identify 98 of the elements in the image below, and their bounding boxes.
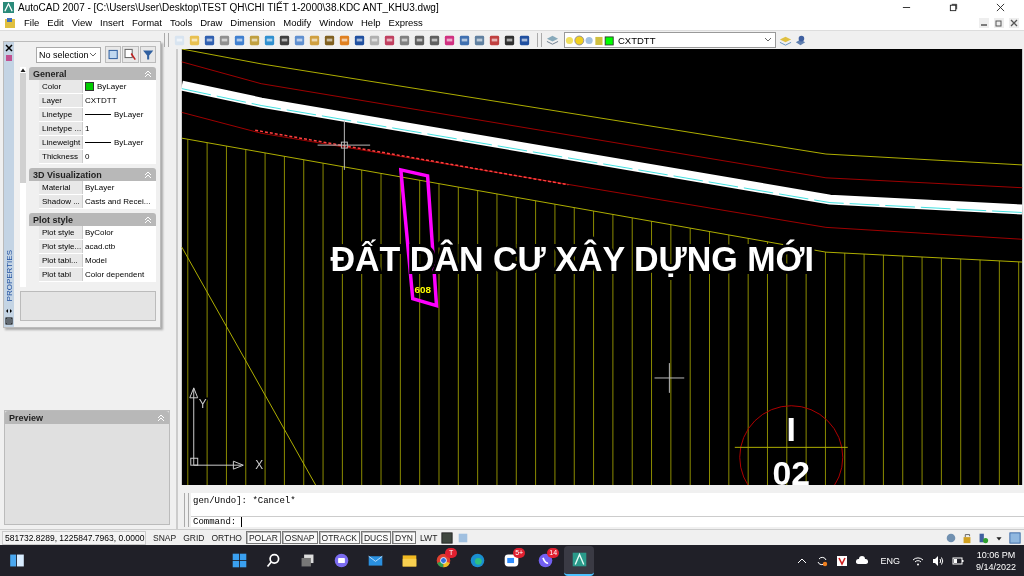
collapse-icon	[144, 69, 152, 78]
ucs-icon	[189, 387, 244, 470]
sync-icon[interactable]	[816, 554, 829, 567]
menu-item[interactable]: Insert	[96, 17, 128, 28]
language-indicator[interactable]: ENG	[880, 555, 900, 566]
drawing-canvas[interactable]	[181, 49, 1023, 485]
section-header[interactable]: Plot style	[29, 213, 156, 226]
cross-marker	[654, 362, 685, 394]
close-icon[interactable]	[5, 44, 13, 52]
widgets-icon[interactable]	[8, 552, 26, 569]
property-label: Lineweight	[41, 137, 82, 149]
folder-icon	[400, 552, 418, 569]
status-toggle[interactable]: OTRACK	[318, 531, 360, 544]
command-line[interactable]: Command:	[191, 517, 1024, 527]
layer-dropdown[interactable]: CXTDTT	[564, 32, 776, 48]
line-sample	[85, 114, 111, 115]
app-icon	[570, 551, 588, 568]
collapse-icon	[144, 170, 152, 179]
lot-number: 608	[414, 283, 431, 295]
property-label: Plot style...	[41, 241, 82, 253]
volume-icon[interactable]	[931, 554, 944, 567]
app-icon	[332, 552, 350, 569]
auto-hide-icon[interactable]	[5, 307, 13, 315]
layers-icon[interactable]	[546, 33, 559, 47]
property-value[interactable]: acad.ctb	[82, 240, 156, 253]
coordinates-display: 581732.8289, 1225847.7963, 0.0000	[2, 530, 146, 545]
section-header[interactable]: General	[29, 67, 156, 80]
property-value[interactable]: ByLayer	[82, 80, 156, 93]
selection-dropdown[interactable]: No selection	[36, 46, 102, 63]
quick-select-icon[interactable]	[139, 46, 156, 63]
property-label: Thickness	[41, 151, 79, 163]
menu-item[interactable]: Dimension	[226, 17, 280, 28]
section-header[interactable]: Preview	[5, 411, 169, 424]
app-icon	[434, 552, 452, 569]
menu-item[interactable]: Window	[315, 17, 357, 28]
crosshair-cursor	[317, 119, 371, 171]
collapse-icon	[144, 215, 152, 224]
property-label: Linetype	[41, 109, 74, 121]
property-value[interactable]: 1	[82, 122, 156, 135]
axis-label: X	[255, 458, 264, 473]
windows-logo-icon	[230, 552, 248, 569]
menu-item[interactable]: Edit	[43, 17, 68, 28]
property-label: Linetype ...	[41, 123, 82, 135]
caret-icon	[764, 37, 772, 43]
window-title: AutoCAD 2007 - [C:\Users\User\Desktop\TEST QH\CHI TIẾT 1-2000\38.KDC ANT_KHU3.dwg]	[18, 2, 439, 13]
property-label: Layer	[41, 95, 63, 107]
clock[interactable]: 10:06 PM 9/14/2022	[975, 549, 1016, 572]
property-value[interactable]: Model	[82, 254, 156, 267]
property-label: Shadow ...	[41, 196, 81, 208]
restore-button[interactable]	[949, 3, 958, 12]
status-toggle[interactable]: DYN	[392, 531, 416, 544]
property-value[interactable]: ByLayer	[82, 181, 156, 194]
property-label: Plot style	[41, 227, 76, 239]
taskbar-app[interactable]	[564, 545, 595, 576]
search-icon	[264, 552, 282, 569]
app-tray-icon[interactable]	[836, 554, 849, 567]
layer-state-icons	[565, 34, 615, 46]
document-icon	[4, 16, 16, 29]
caret-icon	[89, 51, 98, 58]
menu-item[interactable]: Help	[357, 17, 385, 28]
close-button[interactable]	[1009, 17, 1019, 28]
line-sample	[85, 142, 111, 143]
menu-item[interactable]: View	[67, 17, 97, 28]
app-icon	[468, 552, 486, 569]
menu-item[interactable]: File	[20, 17, 44, 28]
menu-item[interactable]: Modify	[279, 17, 316, 28]
axis-label: Y	[198, 396, 207, 411]
status-toggle[interactable]: DUCS	[360, 531, 392, 544]
command-history: gen/Undo]: *Cancel*	[191, 493, 1024, 517]
section-header[interactable]: 3D Visualization	[29, 168, 156, 181]
sheet-number: 02	[772, 455, 810, 485]
property-value[interactable]: ByLayer	[82, 136, 156, 149]
select-objects-icon[interactable]	[122, 46, 139, 63]
lock-icon[interactable]	[961, 531, 973, 544]
menu-item[interactable]: Format	[127, 17, 166, 28]
property-label: Color	[41, 81, 63, 93]
section-number: I	[786, 411, 796, 449]
property-label: Material	[41, 182, 72, 194]
close-button[interactable]	[996, 3, 1005, 12]
property-value[interactable]: ByColor	[82, 226, 156, 239]
battery-icon[interactable]	[951, 554, 964, 567]
collapse-icon	[157, 413, 165, 422]
property-value[interactable]: ByLayer	[82, 108, 156, 121]
property-value[interactable]: Color dependent	[82, 268, 156, 281]
cloud-icon[interactable]	[856, 554, 869, 567]
status-toggle[interactable]: POLAR	[245, 531, 281, 544]
menu-item[interactable]: Draw	[196, 17, 227, 28]
palette-title: PROPERTIES	[4, 249, 14, 301]
property-value[interactable]: 0	[82, 150, 156, 163]
menu-item[interactable]: Tools	[165, 17, 197, 28]
property-label: Plot tabl	[41, 269, 72, 281]
status-toggle[interactable]: OSNAP	[281, 531, 318, 544]
wifi-icon[interactable]	[911, 554, 924, 567]
menu-icon[interactable]	[5, 317, 13, 325]
property-value[interactable]: Casts and Recei...	[82, 195, 156, 208]
property-label: Plot tabl...	[41, 255, 79, 267]
property-value[interactable]: CXTDTT	[82, 94, 156, 107]
menu-item[interactable]: Express	[384, 17, 427, 28]
